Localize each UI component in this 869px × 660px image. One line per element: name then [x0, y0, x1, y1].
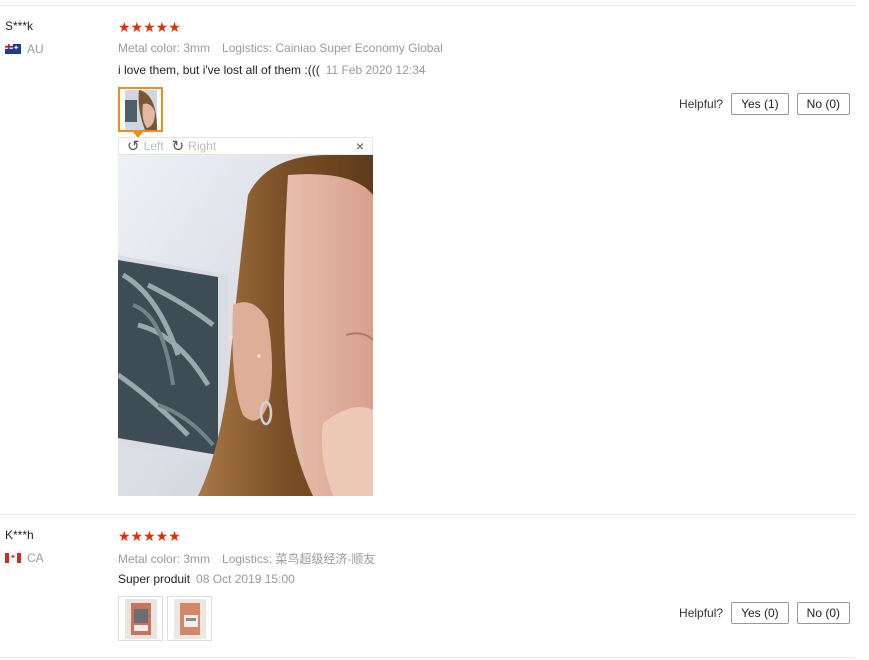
metal-color: Metal color: 3mm — [118, 552, 211, 566]
review-photo-thumbnail[interactable] — [167, 596, 212, 641]
review-comment: i love them, but i've lost all of them :… — [118, 63, 426, 77]
thumbnail-image — [124, 598, 157, 639]
helpful-label: Helpful? — [679, 97, 724, 111]
helpful-no-button[interactable]: No (0) — [796, 602, 850, 624]
rotate-right-button[interactable]: ↻ Right — [172, 139, 217, 154]
photo-viewer: ↺ Left ↻ Right × — [118, 137, 373, 496]
thumbnail-image — [173, 598, 206, 639]
review-photo-thumbnail[interactable] — [118, 87, 163, 132]
review-comment: Super produit 08 Oct 2019 15:00 — [118, 572, 295, 586]
review-divider-top — [0, 5, 855, 6]
helpful-no-button[interactable]: No (0) — [796, 93, 850, 115]
logistics: Logistics: 菜鸟超级经济-顺友 — [222, 552, 376, 566]
metal-color: Metal color: 3mm — [118, 41, 211, 55]
country-code: AU — [27, 42, 44, 56]
canada-flag-icon — [5, 553, 21, 563]
review-photo-thumbnail[interactable] — [118, 596, 163, 641]
review-date: 08 Oct 2019 15:00 — [196, 572, 295, 586]
rotate-left-label: Left — [143, 139, 164, 153]
photo-viewer-toolbar: ↺ Left ↻ Right × — [118, 137, 373, 155]
rating-stars: ★★★★★ — [118, 20, 181, 34]
reviewer-country: AU — [5, 42, 44, 56]
review-date: 11 Feb 2020 12:34 — [325, 63, 426, 77]
review-divider-bottom — [0, 657, 855, 658]
australia-flag-icon — [5, 44, 21, 54]
review-photo-large — [118, 155, 373, 496]
comment-text: Super produit — [118, 572, 191, 586]
rotate-left-icon: ↺ — [127, 137, 140, 155]
rating-stars: ★★★★★ — [118, 529, 181, 543]
thumbnail-image — [124, 89, 157, 130]
rotate-right-icon: ↻ — [171, 137, 185, 155]
star-icon: ★★★★★ — [118, 528, 181, 544]
review-photo-image — [118, 155, 373, 496]
helpful-vote: Helpful? Yes (0) No (0) — [679, 602, 850, 624]
helpful-vote: Helpful? Yes (1) No (0) — [679, 93, 850, 115]
rotate-right-label: Right — [188, 139, 217, 153]
review-meta: Metal color: 3mm Logistics: 菜鸟超级经济-顺友 — [118, 550, 375, 567]
logistics: Logistics: Cainiao Super Economy Global — [222, 41, 443, 55]
review-meta: Metal color: 3mm Logistics: Cainiao Super… — [118, 41, 443, 55]
helpful-yes-button[interactable]: Yes (0) — [731, 602, 789, 624]
helpful-label: Helpful? — [679, 606, 724, 620]
reviewer-country: CA — [5, 551, 44, 565]
comment-text: i love them, but i've lost all of them :… — [118, 63, 320, 77]
star-icon: ★★★★★ — [118, 19, 181, 35]
close-icon[interactable]: × — [356, 138, 364, 154]
review-divider — [0, 514, 855, 515]
reviewer-name: K***h — [5, 528, 34, 542]
country-code: CA — [27, 551, 44, 565]
reviewer-name: S***k — [5, 19, 34, 33]
rotate-left-button[interactable]: ↺ Left — [127, 139, 164, 154]
helpful-yes-button[interactable]: Yes (1) — [731, 93, 789, 115]
